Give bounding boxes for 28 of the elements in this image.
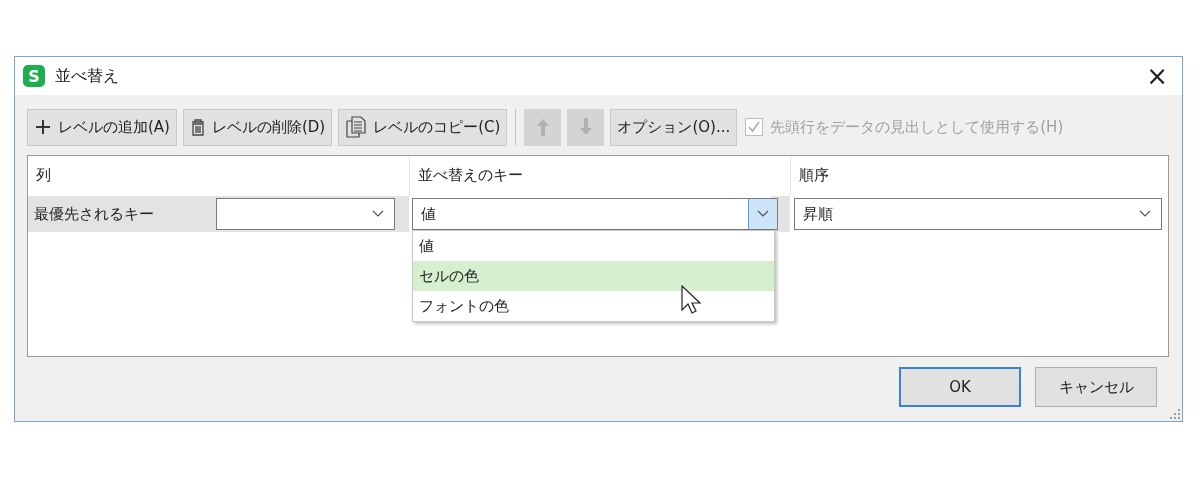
order-dropdown[interactable]: 昇順 [794, 198, 1162, 230]
dropdown-option[interactable]: セルの色 [413, 261, 774, 291]
mouse-pointer-icon [681, 285, 701, 315]
toolbar-button[interactable]: レベルの削除(D) [182, 108, 333, 146]
toolbar-button[interactable]: レベルの追加(A) [27, 108, 177, 146]
chevron-down-icon [757, 210, 769, 218]
window-title: 並べ替え [55, 65, 120, 87]
dialog-button[interactable]: OK [899, 367, 1021, 407]
chevron-down-icon [372, 210, 384, 218]
plus-icon [34, 118, 52, 136]
resize-grip-icon [1170, 409, 1180, 419]
options-button[interactable]: オプション(O)... [610, 108, 738, 146]
toolbar-button[interactable]: レベルのコピー(C) [338, 108, 508, 146]
up-arrow-icon [535, 117, 550, 137]
sort-key-dropdown[interactable]: 値 [412, 198, 778, 230]
dropdown-option[interactable]: 値 [413, 231, 774, 261]
column-header: 列 [35, 165, 52, 186]
dropdown-option[interactable]: フォントの色 [413, 291, 774, 321]
chevron-down-icon [1139, 210, 1151, 218]
close-button[interactable]: × [1140, 63, 1174, 89]
level-label: 最優先されるキー [33, 204, 155, 224]
trash-icon [189, 118, 206, 136]
copy-icon [345, 116, 368, 138]
app-logo-icon: S [23, 65, 45, 87]
column-dropdown[interactable] [216, 198, 395, 230]
column-header: 順序 [790, 156, 1168, 196]
dialog-button[interactable]: キャンセル [1035, 367, 1157, 407]
down-arrow-icon [578, 117, 593, 137]
